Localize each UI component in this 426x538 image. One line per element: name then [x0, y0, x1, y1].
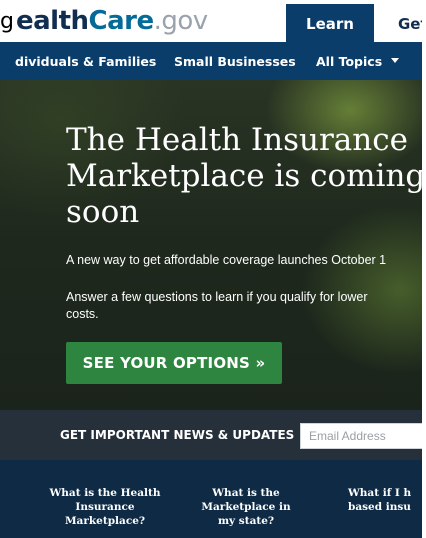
faq-bar: What is the Health Insurance Marketplace… — [0, 460, 426, 538]
right-edge — [422, 0, 426, 538]
tab-learn[interactable]: Learn — [286, 4, 374, 44]
site-header: g ealthCare.gov Learn Get — [0, 0, 426, 44]
stray-character: g — [0, 9, 14, 34]
hero-subtitle: A new way to get affordable coverage lau… — [66, 253, 387, 267]
logo-text-care: Care — [88, 6, 155, 36]
hero-title: The Health Insurance Marketplace is comi… — [66, 122, 426, 230]
faq-link-marketplace-in-my-state[interactable]: What is the Marketplace in my state? — [196, 486, 296, 528]
nav-item-individuals-families[interactable]: dividuals & Families — [15, 42, 156, 80]
hero-banner: The Health Insurance Marketplace is comi… — [0, 80, 426, 410]
nav-item-label: Small Businesses — [174, 53, 296, 69]
nav-item-label: dividuals & Families — [15, 53, 157, 69]
email-field[interactable]: Email Address — [300, 423, 426, 449]
faq-link-what-if[interactable]: What if I h based insu — [348, 486, 426, 514]
nav-item-label: All Topics — [316, 53, 383, 69]
logo-text-health: ealth — [16, 6, 89, 36]
newsletter-label: GET IMPORTANT NEWS & UPDATES — [60, 428, 295, 442]
main-nav: dividuals & Families Small Businesses Al… — [0, 42, 426, 80]
logo-text-gov: .gov — [153, 6, 209, 36]
healthcare-gov-logo[interactable]: ealthCare.gov — [16, 6, 208, 36]
chevron-down-icon — [391, 58, 400, 64]
faq-link-what-is-marketplace[interactable]: What is the Health Insurance Marketplace… — [40, 486, 170, 528]
nav-item-all-topics[interactable]: All Topics — [316, 42, 400, 80]
newsletter-bar: GET IMPORTANT NEWS & UPDATES Email Addre… — [0, 410, 426, 460]
nav-item-small-businesses[interactable]: Small Businesses — [174, 42, 296, 80]
hero-body: Answer a few questions to learn if you q… — [66, 290, 368, 321]
see-your-options-button[interactable]: SEE YOUR OPTIONS » — [66, 342, 282, 384]
tab-get[interactable]: Get — [386, 4, 426, 44]
